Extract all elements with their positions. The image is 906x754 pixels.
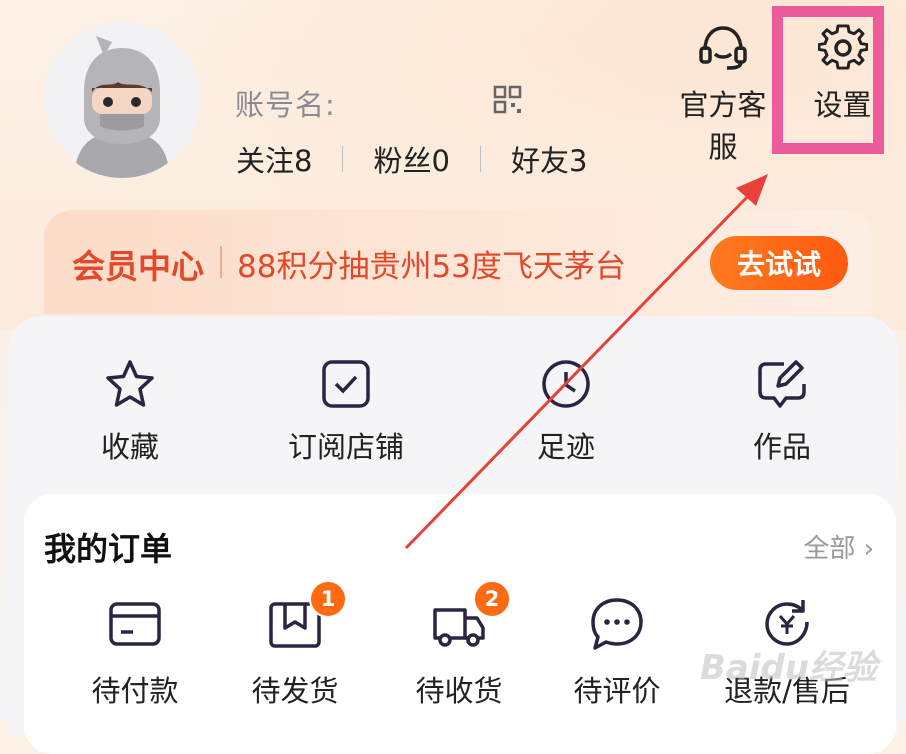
shortcut-label: 订阅店铺 [287, 430, 404, 464]
shortcut-label: 收藏 [100, 430, 159, 464]
chat-icon [591, 598, 643, 650]
orders-title: 我的订单 [44, 530, 173, 568]
ninja-avatar-icon [44, 22, 200, 178]
stat-label: 关注 [236, 144, 295, 178]
order-label: 待评价 [573, 674, 661, 708]
customer-service-label: 官方客服 [679, 88, 767, 164]
order-label: 待付款 [91, 674, 179, 708]
card-icon [109, 602, 161, 646]
stat-label: 好友 [510, 144, 569, 178]
divider [342, 146, 344, 172]
shortcut-favorites[interactable]: 收藏 [50, 358, 210, 466]
vip-banner[interactable]: 会员中心 88积分抽贵州53度飞天茅台 去试试 [44, 210, 872, 314]
orders-card: 我的订单 全部 › 待付款 1 待发货 2 待收货 待评价 退款/售后 [24, 494, 896, 754]
stat-value: 0 [431, 144, 450, 178]
profile-stats: 关注8 粉丝0 好友3 [236, 138, 587, 180]
order-pending-review[interactable]: 待评价 [542, 594, 692, 710]
order-label: 待发货 [251, 674, 339, 708]
customer-service-button[interactable]: 官方客服 [668, 24, 778, 166]
headset-icon [699, 26, 747, 70]
orders-all-link[interactable]: 全部 › [803, 528, 874, 565]
stat-value: 3 [568, 144, 588, 178]
shortcut-subscribed-shops[interactable]: 订阅店铺 [266, 358, 426, 466]
account-name-label: 账号名: [235, 88, 336, 122]
stat-fans[interactable]: 粉丝0 [373, 138, 449, 180]
watermark: Baidu经验 [700, 648, 878, 688]
badge-count: 2 [473, 580, 511, 618]
star-icon [106, 360, 154, 407]
shortcut-works[interactable]: 作品 [702, 358, 862, 466]
vip-promo-text: 88积分抽贵州53度飞天茅台 [237, 249, 626, 285]
clock-icon [542, 360, 590, 408]
stat-friends[interactable]: 好友3 [511, 138, 587, 180]
order-pending-receipt[interactable]: 2 待收货 [384, 580, 534, 710]
stat-following[interactable]: 关注8 [236, 138, 312, 180]
order-label: 待收货 [415, 674, 503, 708]
shortcut-label: 作品 [752, 430, 811, 464]
divider [220, 246, 222, 278]
badge-count: 1 [309, 580, 347, 618]
divider [479, 146, 481, 172]
order-pending-shipment[interactable]: 1 待发货 [220, 580, 370, 710]
stat-value: 8 [294, 144, 313, 178]
shortcut-row: 收藏 订阅店铺 足迹 作品 [8, 316, 898, 486]
shortcut-label: 足迹 [536, 430, 595, 464]
try-button[interactable]: 去试试 [710, 236, 848, 290]
avatar[interactable] [44, 22, 200, 178]
vip-title: 会员中心 [72, 247, 204, 286]
qr-code-icon[interactable] [493, 85, 523, 115]
settings-highlight-box [772, 6, 884, 154]
shortcut-footprints[interactable]: 足迹 [486, 358, 646, 466]
order-pending-payment[interactable]: 待付款 [60, 594, 210, 710]
checkbox-icon [322, 360, 370, 408]
stat-label: 粉丝 [373, 144, 432, 178]
edit-icon [758, 360, 806, 408]
